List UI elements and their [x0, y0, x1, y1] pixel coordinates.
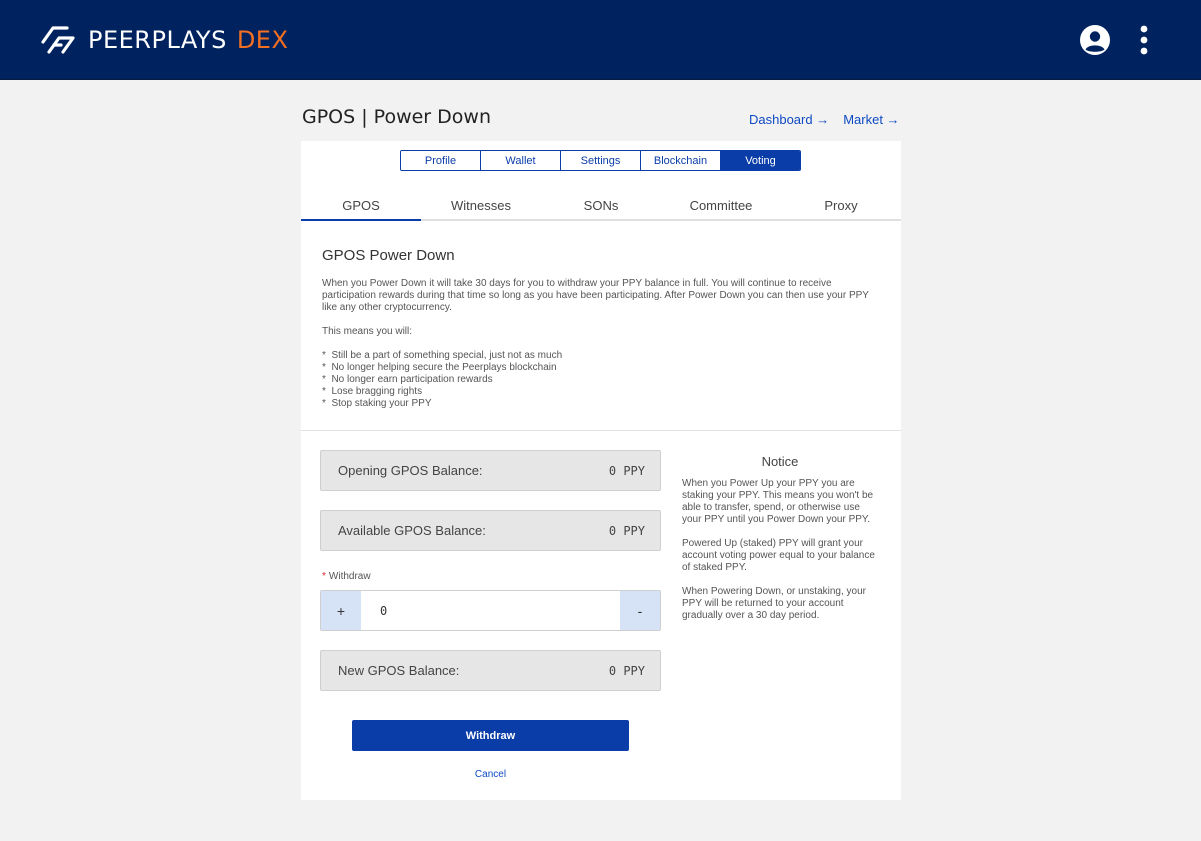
required-mark: * [322, 571, 326, 582]
notice-paragraph: When you Power Up your PPY you are staki… [682, 478, 874, 525]
kebab-menu-icon[interactable] [1134, 24, 1154, 56]
section-title: GPOS Power Down [322, 247, 455, 264]
peerplays-logo-icon [41, 26, 75, 54]
tab-witnesses[interactable]: Witnesses [421, 191, 541, 219]
tab-gpos[interactable]: GPOS [301, 191, 421, 221]
settings-segment-control: Profile Wallet Settings Blockchain Votin… [400, 150, 801, 171]
list-item: Stop staking your PPY [322, 398, 882, 410]
withdraw-label: * Withdraw [322, 571, 371, 582]
segment-blockchain[interactable]: Blockchain [641, 151, 721, 170]
market-link[interactable]: Market → [843, 112, 899, 127]
list-item: No longer earn participation rewards [322, 374, 882, 386]
withdraw-amount-input[interactable] [361, 591, 620, 630]
brand-name: PEERPLAYS DEX [88, 26, 289, 54]
list-item: Lose bragging rights [322, 386, 882, 398]
page-title: GPOS | Power Down [302, 106, 491, 128]
user-account-icon[interactable] [1079, 24, 1111, 56]
quick-links: Dashboard → Market → [749, 112, 900, 127]
new-balance-value: 0 PPY [608, 663, 645, 678]
notice-title: Notice [761, 454, 799, 469]
decrement-button[interactable]: - [620, 591, 660, 630]
brand-suffix: DEX [236, 26, 289, 54]
top-navbar: PEERPLAYS DEX [0, 0, 1201, 80]
gpos-card: Profile Wallet Settings Blockchain Votin… [301, 141, 901, 800]
tab-proxy[interactable]: Proxy [781, 191, 901, 219]
new-balance-label: New GPOS Balance: [338, 663, 460, 678]
opening-balance-field: Opening GPOS Balance: 0 PPY [320, 450, 661, 491]
withdraw-stepper: + - [320, 590, 661, 631]
list-item: Still be a part of something special, ju… [322, 350, 882, 362]
available-balance-value: 0 PPY [608, 523, 645, 538]
dashboard-link[interactable]: Dashboard → [749, 112, 829, 127]
brand-logo[interactable]: PEERPLAYS DEX [40, 24, 288, 56]
notice-paragraph: Powered Up (staked) PPY will grant your … [682, 538, 875, 573]
voting-tabs: GPOS Witnesses SONs Committee Proxy [301, 191, 901, 221]
segment-voting[interactable]: Voting [721, 151, 800, 170]
tab-sons[interactable]: SONs [541, 191, 661, 219]
notice-body: When you Power Up your PPY you are staki… [682, 478, 882, 634]
available-balance-field: Available GPOS Balance: 0 PPY [320, 510, 661, 551]
new-balance-field: New GPOS Balance: 0 PPY [320, 650, 661, 691]
withdraw-button[interactable]: Withdraw [352, 720, 629, 751]
available-balance-label: Available GPOS Balance: [338, 523, 486, 538]
segment-wallet[interactable]: Wallet [481, 151, 561, 170]
segment-settings[interactable]: Settings [561, 151, 641, 170]
notice-paragraph: When Powering Down, or unstaking, your P… [682, 586, 866, 621]
section-divider [301, 430, 901, 431]
consequence-list: Still be a part of something special, ju… [322, 350, 882, 410]
list-item: No longer helping secure the Peerplays b… [322, 362, 882, 374]
cancel-link[interactable]: Cancel [301, 769, 680, 780]
segment-profile[interactable]: Profile [401, 151, 481, 170]
power-down-intro: When you Power Down it will take 30 days… [322, 278, 882, 410]
intro-paragraph: When you Power Down it will take 30 days… [322, 278, 869, 313]
opening-balance-label: Opening GPOS Balance: [338, 463, 483, 478]
opening-balance-value: 0 PPY [608, 463, 645, 478]
increment-button[interactable]: + [321, 591, 361, 630]
means-text: This means you will: [322, 326, 413, 337]
tab-committee[interactable]: Committee [661, 191, 781, 219]
